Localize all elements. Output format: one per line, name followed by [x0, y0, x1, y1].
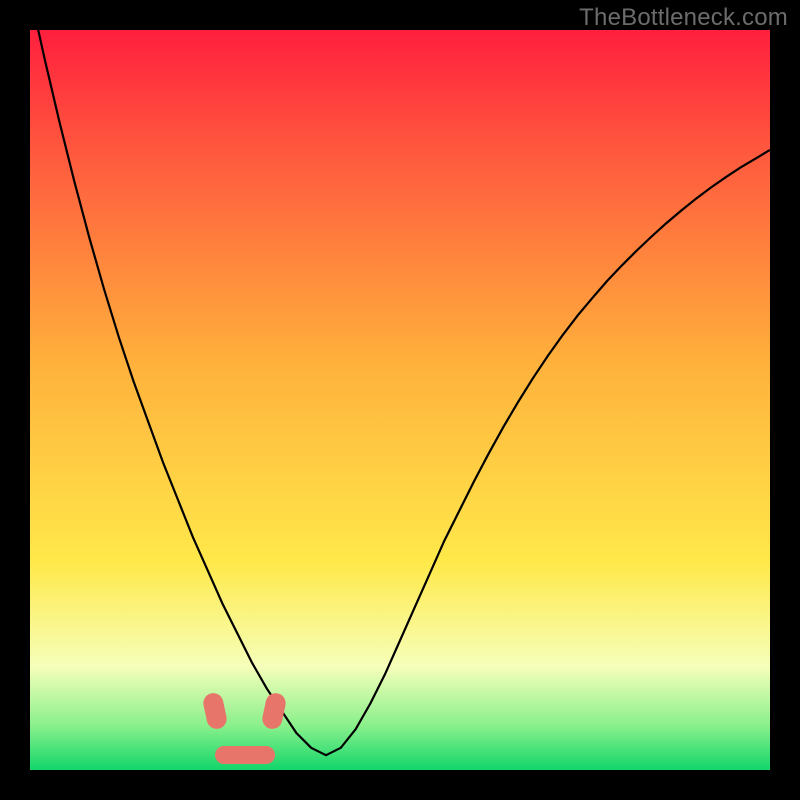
- watermark-text: TheBottleneck.com: [579, 4, 788, 32]
- marker-bottom: [215, 746, 275, 764]
- chart-frame: TheBottleneck.com: [0, 0, 800, 800]
- bottleneck-curve: [30, 30, 770, 755]
- plot-area: [30, 30, 770, 770]
- curve-layer: [30, 30, 770, 770]
